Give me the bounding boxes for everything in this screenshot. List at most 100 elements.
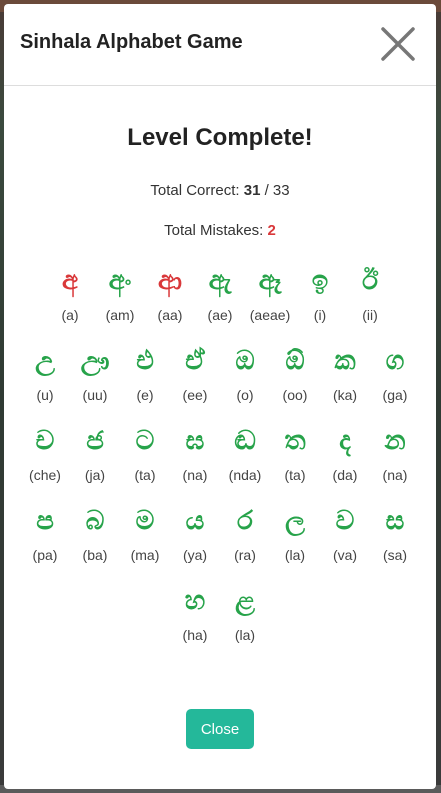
letter-romanization: (am) — [105, 307, 135, 323]
letter-glyph: ම — [135, 506, 155, 536]
letter-item: ඝ (na) — [170, 422, 220, 484]
letter-glyph: ජ — [86, 426, 104, 456]
total-correct-value: 31 — [243, 182, 261, 199]
total-mistakes: Total Mistakes: 2 — [4, 222, 436, 239]
letter-romanization: (ta) — [134, 467, 156, 483]
letter-romanization: (na) — [382, 467, 408, 483]
letter-romanization: (u) — [36, 387, 54, 403]
letter-glyph: ය — [185, 506, 205, 536]
letter-item: න (na) — [370, 422, 420, 484]
letter-romanization: (o) — [236, 387, 254, 403]
level-complete-heading: Level Complete! — [127, 124, 313, 151]
letter-glyph: ක — [334, 346, 356, 376]
letter-romanization: (e) — [136, 387, 154, 403]
letter-glyph: උ — [35, 346, 55, 376]
letter-item: ඒ (ee) — [170, 342, 220, 404]
letter-glyph: ච — [35, 426, 55, 456]
letter-romanization: (uu) — [82, 387, 108, 403]
letter-row: අ (a) අං (am) ආ (aa) ඇ (ae) ඈ (aeae) ඉ (i) ඊ (ii) — [4, 262, 436, 324]
letter-glyph: ඒ — [185, 346, 205, 376]
letter-glyph: ට — [135, 426, 155, 456]
letter-romanization: (ka) — [332, 387, 358, 403]
letter-item: ආ (aa) — [145, 262, 195, 324]
letter-romanization: (nda) — [228, 467, 262, 483]
letter-romanization: (sa) — [382, 547, 408, 563]
letter-glyph: ග — [385, 346, 405, 376]
letter-item: ඊ (ii) — [345, 262, 395, 324]
letter-item: ම (ma) — [120, 502, 170, 564]
letter-item: ර (ra) — [220, 502, 270, 564]
letter-item: ඕ (oo) — [270, 342, 320, 404]
letter-item: ඇ (ae) — [195, 262, 245, 324]
letter-romanization: (che) — [29, 467, 61, 483]
letter-glyph: එ — [136, 346, 154, 376]
letter-glyph: ඬ — [234, 426, 256, 456]
letter-glyph: ඝ — [185, 426, 205, 456]
letter-item: හ (ha) — [170, 582, 220, 644]
letter-item: ත (ta) — [270, 422, 320, 484]
letter-romanization: (i) — [313, 307, 327, 323]
letter-item: අං (am) — [95, 262, 145, 324]
letter-glyph: ර — [237, 506, 253, 536]
letter-glyph: ව — [335, 506, 355, 536]
letter-romanization: (ee) — [182, 387, 208, 403]
letter-item: ය (ya) — [170, 502, 220, 564]
letter-romanization: (la) — [234, 627, 256, 643]
letter-romanization: (ii) — [362, 307, 378, 323]
letter-item: ඉ (i) — [295, 262, 345, 324]
letter-item: ග (ga) — [370, 342, 420, 404]
letter-glyph: ද — [339, 426, 351, 456]
letter-row: උ (u) ඌ (uu) එ (e) ඒ (ee) ඔ (o) ඕ (oo) ක (ka) ග (ga) — [4, 342, 436, 404]
total-mistakes-label: Total Mistakes: — [164, 222, 264, 239]
letter-glyph: ත — [284, 426, 306, 456]
modal-title: Sinhala Alphabet Game — [20, 31, 243, 53]
letter-item: ක (ka) — [320, 342, 370, 404]
letter-glyph: න — [384, 426, 406, 456]
letter-glyph: ඔ — [235, 346, 255, 376]
letter-row: ච (che) ජ (ja) ට (ta) ඝ (na) ඬ (nda) ත (ta) ද (da) න (n… — [4, 422, 436, 484]
total-correct-total: / 33 — [264, 182, 290, 199]
letter-item: ල (la) — [270, 502, 320, 564]
letter-item: ට (ta) — [120, 422, 170, 484]
letter-glyph: අ — [61, 266, 79, 296]
letter-romanization: (aa) — [157, 307, 183, 323]
letter-item: ද (da) — [320, 422, 370, 484]
close-icon[interactable] — [380, 26, 416, 62]
letter-romanization: (a) — [61, 307, 79, 323]
letter-romanization: (ta) — [284, 467, 306, 483]
letter-item: බ (ba) — [70, 502, 120, 564]
letter-glyph: හ — [184, 586, 206, 616]
letter-item: ඈ (aeae) — [245, 262, 295, 324]
letter-romanization: (va) — [332, 547, 358, 563]
letter-glyph: ල — [285, 506, 305, 536]
letter-glyph: ආ — [158, 266, 182, 296]
letter-glyph: ඉ — [311, 266, 329, 296]
letter-romanization: (ha) — [182, 627, 208, 643]
letter-romanization: (ra) — [234, 547, 256, 563]
letter-row: හ (ha) ළ (la) — [4, 582, 436, 644]
letter-romanization: (na) — [182, 467, 208, 483]
letter-item: ව (va) — [320, 502, 370, 564]
letter-romanization: (da) — [332, 467, 358, 483]
letter-item: ඌ (uu) — [70, 342, 120, 404]
letter-romanization: (aeae) — [249, 307, 291, 323]
letter-item: ළ (la) — [220, 582, 270, 644]
total-correct-label: Total Correct: — [150, 182, 240, 199]
letter-glyph: ඇ — [208, 266, 232, 296]
close-button[interactable]: Close — [186, 709, 254, 749]
letter-romanization: (ga) — [382, 387, 408, 403]
letter-romanization: (pa) — [32, 547, 58, 563]
letter-glyph: ළ — [235, 586, 255, 616]
letter-romanization: (oo) — [282, 387, 308, 403]
letter-glyph: අං — [108, 266, 132, 296]
letter-item: ජ (ja) — [70, 422, 120, 484]
letter-romanization: (ja) — [84, 467, 106, 483]
total-mistakes-value: 2 — [267, 222, 276, 239]
letter-glyph: ඊ — [362, 266, 378, 296]
letter-glyph: ස — [385, 506, 405, 536]
results-modal: Sinhala Alphabet Game Level Complete! To… — [4, 4, 436, 789]
total-correct: Total Correct: 31 / 33 — [4, 182, 436, 199]
letter-item: අ (a) — [45, 262, 95, 324]
letter-glyph: ප — [36, 506, 54, 536]
letter-item: ඔ (o) — [220, 342, 270, 404]
